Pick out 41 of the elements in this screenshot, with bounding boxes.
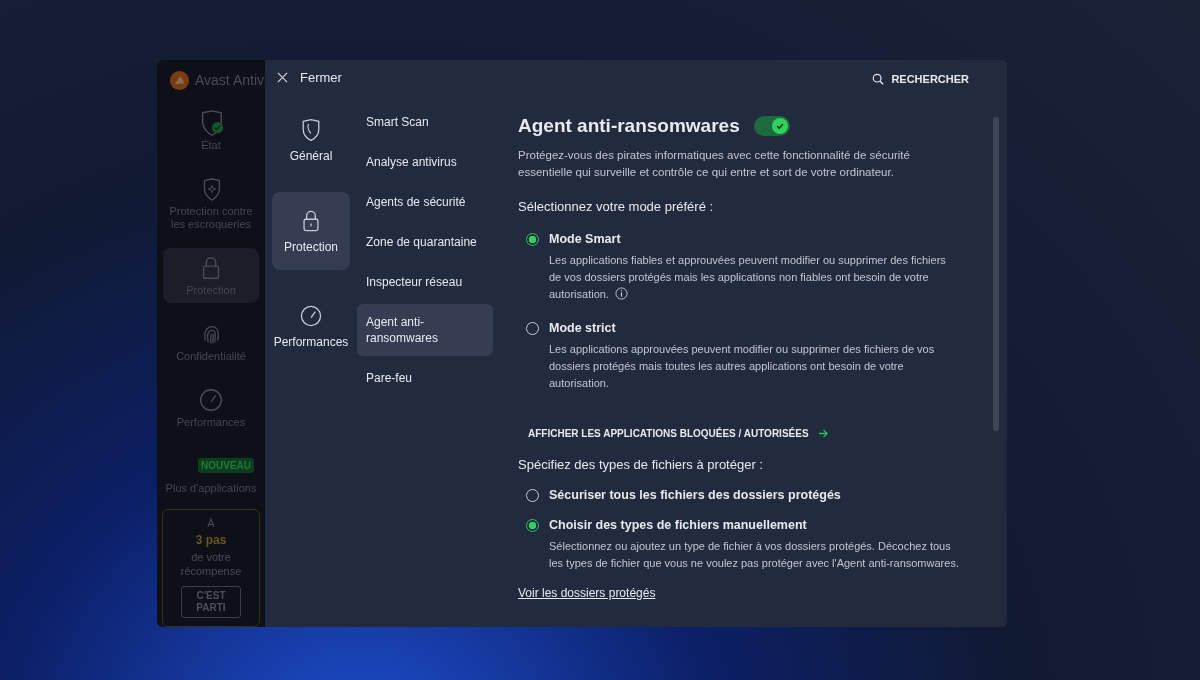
close-button[interactable]: Fermer [275,68,344,87]
subnav-item[interactable]: Inspecteur réseau [357,264,493,300]
reward-text: de votre récompense [179,550,243,578]
subnav-item[interactable]: Zone de quarantaine [357,224,493,260]
option-description: Sélectionnez ou ajoutez un type de fichier à vos dossiers protégés. Décochez tous les types de fichier que vous ne voulez pas protéger avec l'Agent anti-ransomwares. [549,539,959,571]
subnav-item[interactable]: Pare-feu [357,360,493,396]
check-icon [774,121,785,131]
search-icon [872,73,885,85]
new-badge: NOUVEAU [198,458,254,473]
info-icon[interactable] [614,287,628,300]
reward-text: À [207,516,215,530]
toggle-switch[interactable] [753,116,790,136]
category-tab[interactable]: Général [272,105,350,175]
option-label: Choisir des types de fichiers manuellement [549,518,807,532]
option-label: Mode Smart [549,232,621,246]
blocked-apps-link[interactable]: AFFICHER LES APPLICATIONS BLOQUÉES / AUTORISÉES [528,428,987,439]
reward-steps: 3 pas [195,533,227,547]
search-button[interactable]: RECHERCHER [870,71,971,87]
category-tab[interactable]: Protection [272,192,350,270]
subnav-item[interactable]: Agents de sécurité [357,184,493,220]
option-label: Sécuriser tous les fichiers des dossiers protégés [549,488,841,502]
section-heading: Sélectionnez votre mode préféré : [518,199,715,214]
gauge-icon [197,386,225,414]
radio-button[interactable] [526,232,539,246]
logo-icon [170,70,189,90]
arrow-right-icon [817,428,829,439]
subnav-item[interactable]: Analyse antivirus [357,144,493,180]
subnav-item[interactable]: Smart Scan [357,104,493,140]
close-icon [277,72,288,83]
scrollbar-thumb[interactable] [993,117,999,431]
description: Protégez-vous des pirates informatiques avec cette fonctionnalité de sécurité essentielle qui surveille et contrôle ce qui entre et sort de votre ordinateur. [518,148,911,180]
gauge-icon [298,303,324,329]
category-tab[interactable]: Performances [272,287,350,365]
page-title: Agent anti-ransomwares [518,115,740,137]
subnav-item[interactable]: Agent anti-ransomwares [357,304,493,356]
option-label: Mode strict [549,321,616,335]
option-description: Les applications fiables et approuvées peuvent modifier ou supprimer des fichiers de vos dossiers protégés mais les applications non fiables ont besoin de votre autorisation. [549,253,947,302]
option-description: Les applications approuvées peuvent modifier ou supprimer des fichiers de vos dossiers protégés mais toutes les autres applications ont besoin de votre autorisation. [549,342,936,391]
radio-button[interactable] [526,518,539,532]
protected-folders-link[interactable]: Voir les dossiers protégés [518,586,656,600]
section-heading: Spécifiez des types de fichiers à protéger : [518,457,764,472]
